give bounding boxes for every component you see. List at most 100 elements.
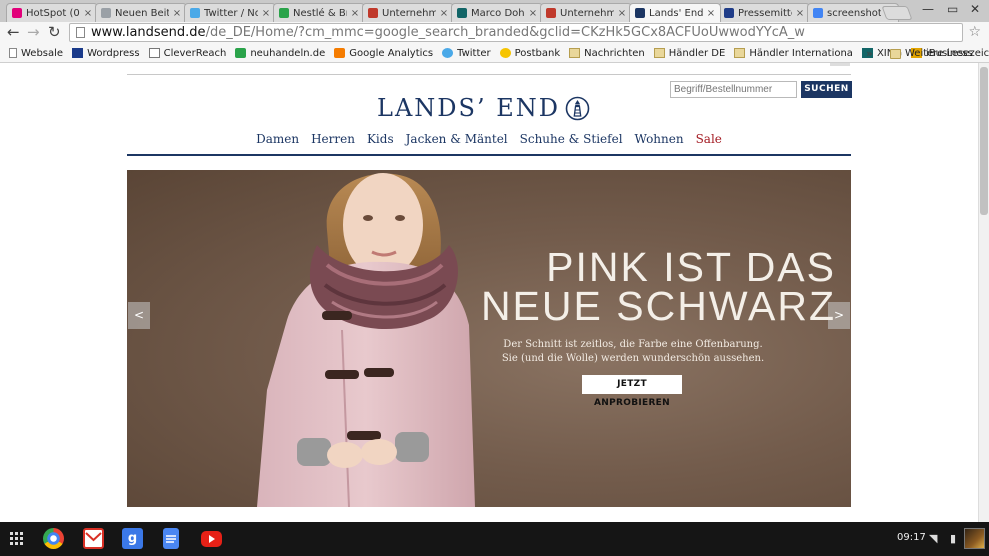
page-viewport: SUCHEN LANDS’ END Damen Herren Kids Jack… [0,63,978,522]
scrollbar-thumb[interactable] [980,67,988,215]
nav-wohnen[interactable]: Wohnen [635,132,684,150]
hero-headline-line-2: NEUE SCHWARZ [480,283,836,329]
bookmark-label: Twitter [457,47,491,59]
browser-tab-strip: HotSpot (00×Neuen Beitr×Twitter / No×Nes… [0,0,989,22]
reload-icon[interactable]: ↻ [48,24,61,40]
tab-title: Lands' End [649,7,703,19]
hero-banner[interactable]: < > PINK IST DAS NEUE SCHWARZ Der Schnit… [127,170,851,507]
address-bar[interactable]: www.landsend.de/de_DE/Home/?cm_mmc=googl… [69,23,963,42]
google-search-icon[interactable]: g [122,528,143,549]
tab-title: HotSpot (00 [26,7,80,19]
bookmark-twitter[interactable]: Twitter [442,48,491,59]
chrome-icon[interactable] [43,528,64,549]
close-tab-icon[interactable]: × [795,8,805,19]
browser-tab[interactable]: HotSpot (00× [6,3,98,22]
mail-icon [148,48,160,58]
lands-end-logo[interactable]: LANDS’ END [377,93,590,123]
hero-headline-line-1: PINK IST DAS [546,244,836,290]
close-tab-icon[interactable]: × [528,8,538,19]
bookmark-label: Websale [21,47,64,59]
bookmark-other-folder[interactable]: Weitere Lesezeichen [890,44,989,63]
browser-tab[interactable]: Pressemitte × [718,3,810,22]
bookmark-websale[interactable]: Websale [9,48,63,59]
hero-subtext: Der Schnitt ist zeitlos, die Farbe eine … [457,338,809,366]
browser-tab[interactable]: Twitter / No × [184,3,276,22]
close-tab-icon[interactable]: × [83,8,93,19]
header-tab [830,63,850,66]
nav-damen[interactable]: Damen [256,132,299,150]
bookmark-label: Postbank [514,47,561,59]
nav-kids[interactable]: Kids [367,132,394,150]
system-clock[interactable]: 09:17 [897,532,926,543]
forward-icon[interactable]: → [27,24,40,40]
bookmark-nachrichten[interactable]: Nachrichten [569,48,645,59]
browser-tab[interactable]: Lands' End × [629,3,721,22]
battery-icon[interactable]: ▮ [950,532,956,545]
telekom-icon [12,8,22,18]
flag-icon [724,8,734,18]
back-icon[interactable]: ← [7,24,20,40]
close-tab-icon[interactable]: × [706,8,716,19]
bookmark-label: Google Analytics [349,47,434,59]
maximize-icon[interactable]: ▭ [947,2,958,16]
close-tab-icon[interactable]: × [439,8,449,19]
bookmark-label: Weitere Lesezeichen [905,48,989,59]
tab-title: Twitter / No [204,7,258,19]
docs-icon[interactable] [163,528,179,549]
hero-subtext-line-2: Sie (und die Wolle) werden wunderschön a… [501,353,765,364]
folder-icon [734,48,746,58]
browser-tab[interactable]: Unternehm × [540,3,632,22]
minimize-icon[interactable]: — [922,2,934,16]
folder-icon [569,48,581,58]
bookmark-h-ndler-de[interactable]: Händler DE [653,48,725,59]
close-tab-icon[interactable]: × [172,8,182,19]
page-info-icon[interactable] [76,27,85,38]
tab-title: Neuen Beitr [115,7,169,19]
bookmark-cleverreach[interactable]: CleverReach [148,48,226,59]
user-avatar[interactable] [964,528,985,549]
browser-tab[interactable]: Nestlé & Br × [273,3,365,22]
nav-jacken-maentel[interactable]: Jacken & Mäntel [406,132,508,150]
wifi-icon[interactable]: ◥ [929,532,937,545]
postbank-icon [499,48,511,58]
hero-cta-button[interactable]: JETZT ANPROBIEREN [582,375,682,408]
browser-tab[interactable]: Unternehm × [362,3,454,22]
bookmark-star-icon[interactable]: ☆ [968,24,981,40]
app-launcher-icon[interactable] [10,532,23,545]
bookmark-icon [368,8,378,18]
carousel-prev-button[interactable]: < [128,302,150,329]
tab-title: Unternehm [560,7,614,19]
close-tab-icon[interactable]: × [261,8,271,19]
url-host: www.landsend.de [91,25,206,40]
bookmark-h-ndler-internationa[interactable]: Händler Internationa [734,48,853,59]
hero-subtext-line-1: Der Schnitt ist zeitlos, die Farbe eine … [503,339,763,350]
twitter-icon [442,48,454,58]
bookmark-label: neuhandeln.de [250,47,326,59]
logo-wordmark: LANDS’ END [377,94,560,122]
bookmark-google-analytics[interactable]: Google Analytics [334,48,433,59]
nav-divider [127,154,851,156]
nav-herren[interactable]: Herren [311,132,355,150]
bookmark-neuhandeln-de[interactable]: neuhandeln.de [235,48,325,59]
os-taskbar: g 09:17 ◥ ▮ [0,522,989,556]
browser-tab[interactable]: Neuen Beitr × [95,3,187,22]
site-search-input[interactable] [670,81,797,98]
close-window-icon[interactable]: ✕ [970,2,980,16]
close-tab-icon[interactable]: × [350,8,360,19]
bookmark-postbank[interactable]: Postbank [499,47,561,59]
gmail-icon[interactable] [83,528,104,549]
nav-sale[interactable]: Sale [696,132,722,150]
new-tab-button[interactable] [881,6,913,20]
main-navigation: Damen Herren Kids Jacken & Mäntel Schuhe… [127,132,851,150]
url-path: /de_DE/Home/?cm_mmc=google_search_brande… [205,25,805,40]
youtube-icon[interactable] [201,531,222,547]
nav-schuhe-stiefel[interactable]: Schuhe & Stiefel [520,132,623,150]
browser-tab[interactable]: Marco Dohl × [451,3,543,22]
hero-headline: PINK IST DAS NEUE SCHWARZ [429,244,836,329]
close-tab-icon[interactable]: × [617,8,627,19]
bookmarks-overflow-chevron[interactable]: » [866,47,873,60]
bookmark-wordpress[interactable]: Wordpress [72,48,140,59]
page-scrollbar[interactable] [978,63,989,522]
search-button[interactable]: SUCHEN [801,81,852,98]
tab-title: Marco Dohl [471,7,525,19]
